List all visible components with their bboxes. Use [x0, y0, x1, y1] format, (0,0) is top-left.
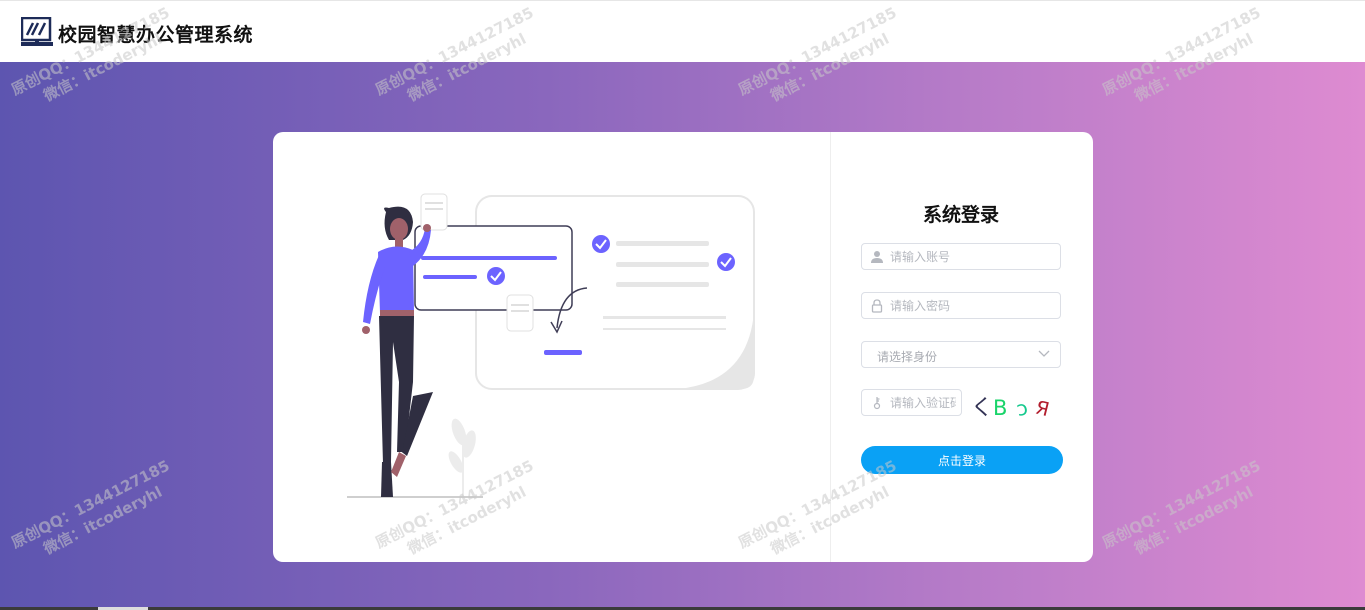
password-field[interactable] [861, 292, 1061, 319]
captcha-image[interactable]: く B ɔ Я [968, 392, 1058, 422]
card-divider [830, 132, 831, 562]
account-input[interactable] [890, 244, 1050, 269]
login-card: 系统登录 请选择身份 く B ɔ Я 点击登录 [273, 132, 1093, 562]
captcha-field[interactable] [861, 389, 962, 416]
password-input[interactable] [890, 293, 1050, 318]
login-button[interactable]: 点击登录 [861, 446, 1063, 474]
check-icon [592, 235, 610, 253]
illustration-image [347, 193, 755, 498]
header-bar: 校园智慧办公管理系统 [0, 0, 1365, 62]
check-icon [717, 253, 735, 271]
login-title: 系统登录 [922, 204, 999, 226]
captcha-char: B [993, 396, 1007, 420]
user-icon [871, 251, 883, 263]
captcha-input[interactable] [890, 390, 956, 415]
captcha-char: ɔ [1014, 395, 1030, 421]
role-select-placeholder: 请选择身份 [877, 350, 938, 364]
captcha-char: く [971, 396, 993, 421]
account-field[interactable] [861, 243, 1061, 270]
check-icon [487, 267, 505, 285]
captcha-char: Я [1033, 397, 1051, 422]
lock-icon [871, 299, 883, 313]
school-logo-icon [21, 17, 53, 46]
key-icon [873, 397, 881, 410]
chevron-down-icon [1038, 350, 1050, 357]
role-select[interactable]: 请选择身份 [861, 341, 1061, 368]
plant-icon [448, 418, 476, 496]
app-title: 校园智慧办公管理系统 [58, 24, 254, 46]
person-figure [362, 206, 433, 497]
